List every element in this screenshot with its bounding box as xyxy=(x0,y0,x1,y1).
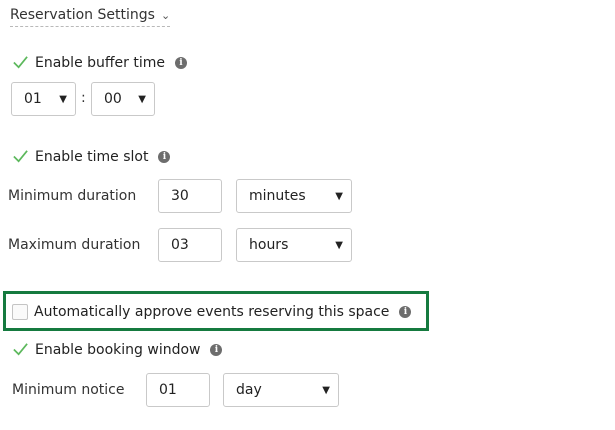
buffer-time-toggle[interactable]: Enable buffer time i xyxy=(12,54,187,71)
minimum-duration-label: Minimum duration xyxy=(8,188,137,204)
info-icon[interactable]: i xyxy=(210,343,223,356)
reservation-settings-toggle[interactable]: Reservation Settings ⌄ xyxy=(10,7,171,27)
buffer-hours-value: 01 xyxy=(24,91,42,107)
chevron-down-icon: ▼ xyxy=(59,93,67,105)
chevron-down-icon: ▼ xyxy=(322,384,330,396)
checkmark-icon xyxy=(13,56,28,69)
minimum-notice-unit: day xyxy=(236,382,262,398)
time-slot-toggle[interactable]: Enable time slot i xyxy=(12,148,171,165)
buffer-time-label: Enable buffer time xyxy=(35,54,165,71)
minimum-duration-unit-select[interactable]: minutes ▼ xyxy=(236,179,352,213)
chevron-down-icon: ⌄ xyxy=(160,8,171,22)
maximum-duration-value: 03 xyxy=(171,237,189,253)
info-icon[interactable]: i xyxy=(399,306,412,318)
maximum-duration-input[interactable]: 03 xyxy=(158,228,222,262)
time-separator: : xyxy=(81,90,86,106)
minimum-notice-value: 01 xyxy=(159,382,177,398)
maximum-duration-unit-select[interactable]: hours ▼ xyxy=(236,228,352,262)
booking-window-toggle[interactable]: Enable booking window i xyxy=(12,341,223,358)
buffer-minutes-select[interactable]: 00 ▼ xyxy=(91,82,155,116)
section-title: Reservation Settings xyxy=(10,7,155,23)
minimum-duration-input[interactable]: 30 xyxy=(158,179,222,213)
minimum-notice-label: Minimum notice xyxy=(12,382,125,398)
auto-approve-option[interactable]: Automatically approve events reserving t… xyxy=(12,304,412,320)
auto-approve-checkbox[interactable] xyxy=(12,304,28,320)
maximum-duration-label: Maximum duration xyxy=(8,237,141,253)
info-icon[interactable]: i xyxy=(158,150,171,163)
minimum-duration-value: 30 xyxy=(171,188,189,204)
buffer-hours-select[interactable]: 01 ▼ xyxy=(11,82,76,116)
auto-approve-label: Automatically approve events reserving t… xyxy=(34,304,390,320)
chevron-down-icon: ▼ xyxy=(138,93,146,105)
info-icon[interactable]: i xyxy=(175,56,187,69)
buffer-minutes-value: 00 xyxy=(104,91,122,107)
time-slot-label: Enable time slot xyxy=(35,148,149,165)
booking-window-label: Enable booking window xyxy=(35,341,201,358)
checkmark-icon xyxy=(13,150,28,163)
chevron-down-icon: ▼ xyxy=(335,239,343,251)
minimum-notice-unit-select[interactable]: day ▼ xyxy=(223,373,339,407)
chevron-down-icon: ▼ xyxy=(335,190,343,202)
minimum-notice-input[interactable]: 01 xyxy=(146,373,210,407)
maximum-duration-unit: hours xyxy=(249,237,289,253)
checkmark-icon xyxy=(13,343,28,356)
minimum-duration-unit: minutes xyxy=(249,188,306,204)
